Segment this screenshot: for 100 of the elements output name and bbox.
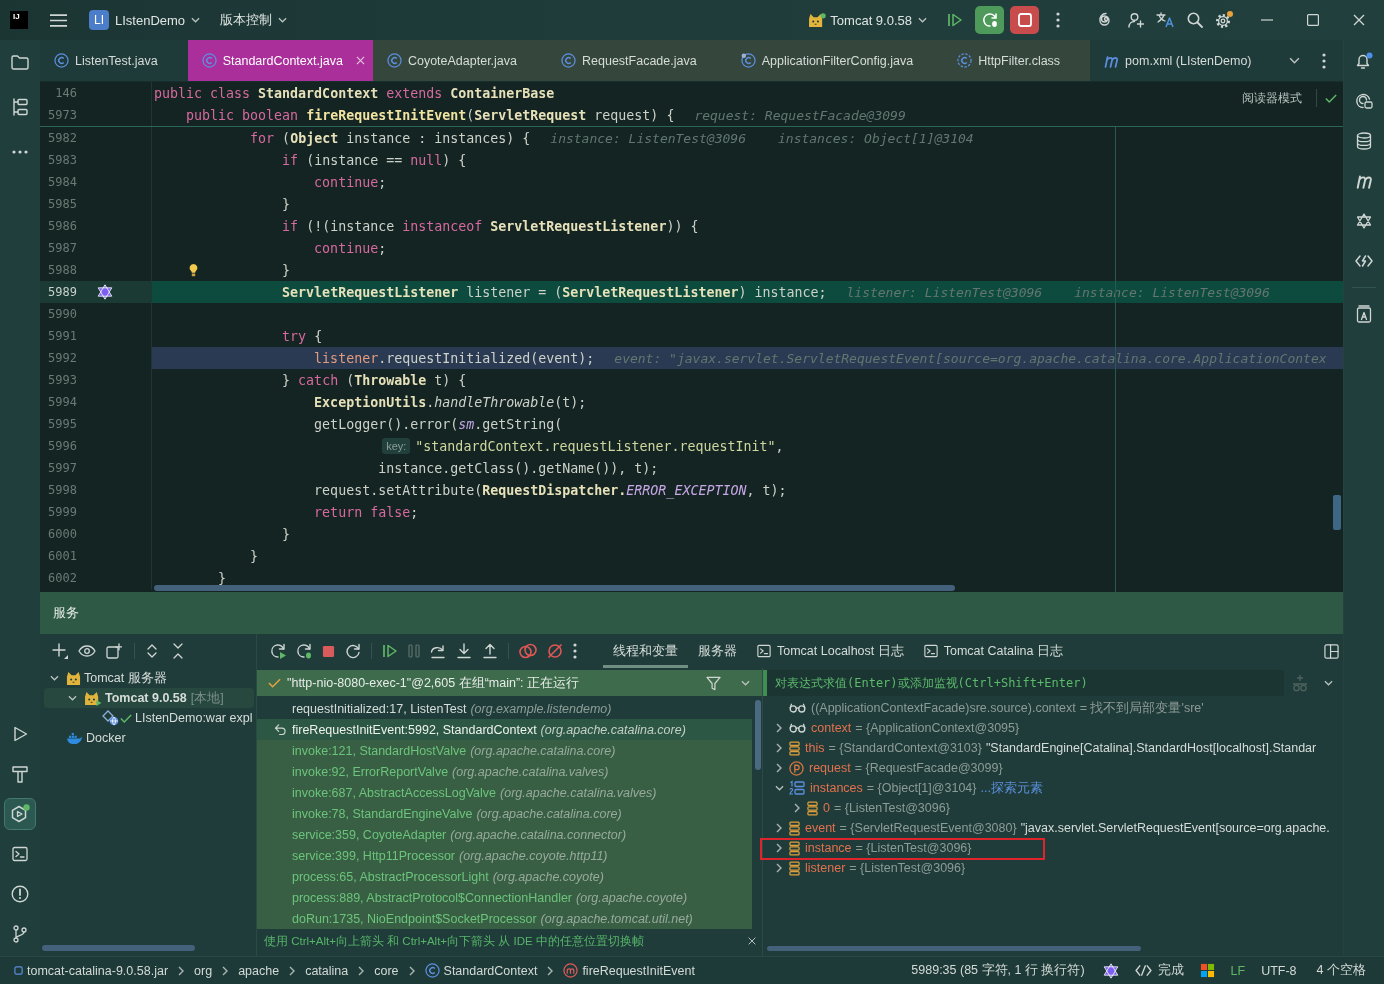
chevron-down-icon[interactable] (1289, 57, 1300, 64)
stack-frame[interactable]: invoke:78, StandardEngineValve (org.apache.catalina.core) (257, 803, 752, 824)
search-icon[interactable] (1187, 12, 1203, 28)
folder-icon[interactable] (11, 53, 29, 70)
play-icon[interactable] (12, 726, 28, 742)
hexagon-play-icon[interactable] (4, 798, 36, 830)
exclamation-circle-icon[interactable] (11, 885, 29, 903)
editor-tab[interactable]: StandardContext.java (187, 40, 373, 81)
structure-icon[interactable] (12, 97, 28, 116)
panel-tab[interactable]: 线程和变量 (603, 634, 688, 668)
stack-frame[interactable]: requestInitialized:17, ListenTest (org.example.listendemo) (257, 698, 752, 719)
panel-tab[interactable]: Tomcat Localhost 日志 (747, 634, 914, 668)
book-icon[interactable] (1356, 305, 1372, 323)
line-separator-widget[interactable]: LF (1230, 963, 1246, 978)
translate-icon[interactable] (1156, 12, 1174, 28)
chevron-down-icon[interactable] (49, 675, 59, 681)
eye-icon[interactable] (78, 645, 96, 657)
lightbulb-icon[interactable] (188, 263, 199, 277)
debug-button[interactable] (975, 6, 1004, 34)
indent-widget[interactable]: 4 个空格 (1316, 962, 1366, 979)
encoding-widget[interactable]: UTF-8 (1261, 963, 1297, 978)
hammer-icon[interactable] (12, 765, 28, 783)
scrollbar-thumb[interactable] (1333, 495, 1341, 530)
stop-button[interactable] (1010, 6, 1039, 34)
breadcrumb-item[interactable]: core (374, 963, 399, 978)
stack-frame[interactable]: doRun:1735, NioEndpoint$SocketProcessor (org.apache.tomcat.util.net) (257, 908, 752, 929)
settings-icon[interactable] (1215, 11, 1233, 29)
close-icon[interactable] (356, 56, 366, 65)
maximize-icon[interactable] (1307, 14, 1319, 26)
terminal-icon[interactable] (12, 846, 28, 862)
breadcrumb-item[interactable]: fireRequestInitEvent (563, 963, 695, 978)
more-icon[interactable] (12, 149, 28, 154)
scrollbar-thumb[interactable] (42, 945, 195, 951)
database-icon[interactable] (1356, 132, 1372, 150)
ai-status-widget[interactable]: 完成 (1134, 962, 1184, 979)
panel-tab[interactable]: Tomcat Catalina 日志 (913, 634, 1073, 668)
circular-arrow-icon[interactable] (270, 643, 286, 659)
editor-tab[interactable]: ListenTest.java (40, 40, 188, 81)
reader-mode-link[interactable]: 阅读器模式 (1242, 89, 1302, 107)
app-logo[interactable]: IJ (10, 11, 28, 29)
git-branch-icon[interactable] (12, 925, 28, 943)
up-arrow-icon[interactable] (482, 643, 498, 659)
close-icon[interactable] (1353, 14, 1365, 26)
stack-frame[interactable]: invoke:687, AbstractAccessLogValve (org.apache.catalina.valves) (257, 782, 752, 803)
editor-tab[interactable]: CoyoteAdapter.java (372, 40, 547, 81)
more-icon[interactable] (573, 643, 577, 659)
breadcrumb-item[interactable]: tomcat-catalina-9.0.58.jar (14, 963, 169, 978)
stop-icon[interactable] (322, 644, 335, 658)
chevron-right-icon[interactable] (776, 763, 782, 773)
hexagram-icon[interactable] (1356, 213, 1372, 229)
letter-m-icon[interactable] (1355, 173, 1373, 189)
layout-icon[interactable] (1324, 643, 1339, 659)
editor-tab[interactable]: HttpFilter.class (943, 40, 1091, 81)
slashed-circle-icon[interactable] (547, 643, 563, 659)
add-icon[interactable] (52, 643, 68, 659)
play-bar-icon[interactable] (382, 643, 398, 659)
chevron-down-icon[interactable] (67, 695, 77, 701)
add-user-icon[interactable] (1128, 12, 1144, 28)
variable-item[interactable]: ((ApplicationContextFacade)sre.source).context = 找不到局部变量'sre' (763, 698, 1343, 718)
chevron-down-icon[interactable] (741, 680, 750, 686)
collapse-icon[interactable] (173, 643, 183, 659)
circular-arrow-icon[interactable] (345, 643, 361, 659)
editor-tab[interactable]: ApplicationFilterConfig.java (726, 40, 944, 81)
code-arrows-icon[interactable] (1355, 254, 1373, 268)
expression-field[interactable]: 对表达式求值(Enter)或添加监视(Ctrl+Shift+Enter) (763, 670, 1284, 696)
more-icon[interactable] (1322, 52, 1326, 69)
project-menu[interactable]: LI LIstenDemo (89, 10, 201, 30)
filter-icon[interactable] (706, 675, 721, 691)
tree-item[interactable]: Docker (44, 728, 254, 748)
chevron-right-icon[interactable] (776, 723, 782, 733)
variable-item[interactable]: this = {StandardContext@3103} "StandardEngine[Catalina].StandardHost[localhost].Standar (763, 738, 1343, 758)
variable-item[interactable]: event = {ServletRequestEvent@3080} "javax.servlet.ServletRequestEvent[source=org.apache. (763, 818, 1343, 838)
breadcrumb-item[interactable]: catalina (305, 963, 349, 978)
play-bar-icon[interactable] (947, 12, 963, 28)
thread-selector[interactable]: "http-nio-8080-exec-1"@2,605 在组“main”: 正在运行 (257, 670, 762, 696)
scrollbar-thumb[interactable] (755, 700, 761, 770)
stack-frame[interactable]: process:65, AbstractProcessorLight (org.apache.coyote) (257, 866, 752, 887)
close-icon[interactable] (748, 937, 756, 945)
chevron-down-icon[interactable] (774, 785, 784, 791)
editor-tab[interactable]: pom.xml (LIstenDemo) (1090, 40, 1282, 81)
tree-item[interactable]: Tomcat 9.0.58 [本地] (44, 688, 254, 708)
scrollbar-thumb[interactable] (767, 946, 1141, 951)
breadcrumb-item[interactable]: StandardContext (424, 963, 538, 978)
variable-item[interactable]: listener = {ListenTest@3096} (763, 858, 1343, 878)
chevron-right-icon[interactable] (776, 823, 782, 833)
swirl-chat-icon[interactable] (1355, 92, 1373, 110)
caret-position[interactable]: 5989:35 (85 字符, 1 行 换行符) (911, 962, 1085, 979)
editor-tab[interactable]: RequestFacade.java (547, 40, 727, 81)
stack-frame[interactable]: fireRequestInitEvent:5992, StandardContext (org.apache.catalina.core) (257, 719, 752, 740)
two-circles-icon[interactable] (519, 643, 537, 659)
panel-tab[interactable]: 服务器 (688, 634, 747, 668)
vcs-menu[interactable]: 版本控制 (220, 11, 288, 29)
variable-item[interactable]: instances = {Object[1]@3104} ...探索元素 (763, 778, 1343, 798)
chevron-down-icon[interactable] (1324, 680, 1333, 686)
circular-arrow-icon[interactable] (296, 643, 312, 659)
chevron-right-icon[interactable] (776, 843, 782, 853)
explore-link[interactable]: ...探索元素 (980, 779, 1043, 797)
tree-item[interactable]: Tomcat 服务器 (44, 668, 254, 688)
chevron-right-icon[interactable] (776, 863, 782, 873)
bell-icon[interactable] (1355, 52, 1373, 70)
